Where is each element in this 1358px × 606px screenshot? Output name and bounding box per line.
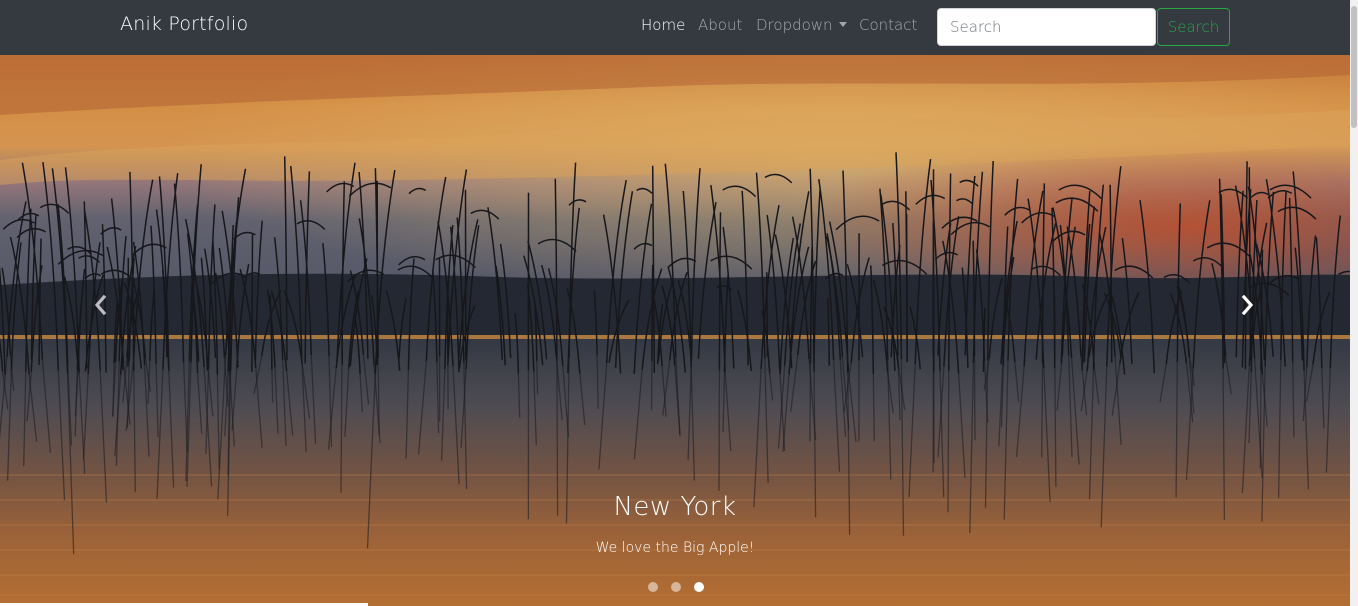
nav-link-home[interactable]: Home <box>641 16 685 34</box>
nav-link-dropdown[interactable]: Dropdown <box>756 16 847 34</box>
carousel-caption-title: New York <box>613 492 737 522</box>
navbar: Anik Portfolio Home About Dropdown Conta… <box>0 0 1350 55</box>
carousel-indicators <box>0 582 1350 594</box>
search-input[interactable] <box>937 8 1156 46</box>
scrollbar-thumb[interactable] <box>1351 6 1357 128</box>
carousel-next-control[interactable] <box>1232 290 1262 320</box>
carousel-prev-control[interactable] <box>86 290 116 320</box>
carousel-caption-text: We love the Big Apple! <box>595 540 755 556</box>
carousel-slide-image <box>0 55 1350 606</box>
chevron-right-icon <box>1241 295 1254 315</box>
page-scrollbar[interactable] <box>1350 0 1358 606</box>
brand-link[interactable]: Anik Portfolio <box>120 13 248 35</box>
carousel-indicator-2[interactable] <box>671 582 681 592</box>
nav-link-about[interactable]: About <box>698 16 742 34</box>
search-button[interactable]: Search <box>1157 8 1230 46</box>
nav-link-contact[interactable]: Contact <box>859 16 917 34</box>
nav-link-dropdown-label: Dropdown <box>756 16 833 34</box>
carousel: New York We love the Big Apple! <box>0 55 1350 606</box>
chevron-left-icon <box>94 295 107 315</box>
carousel-indicator-3[interactable] <box>694 582 704 592</box>
caret-down-icon <box>838 22 847 27</box>
carousel-indicator-1[interactable] <box>648 582 658 592</box>
